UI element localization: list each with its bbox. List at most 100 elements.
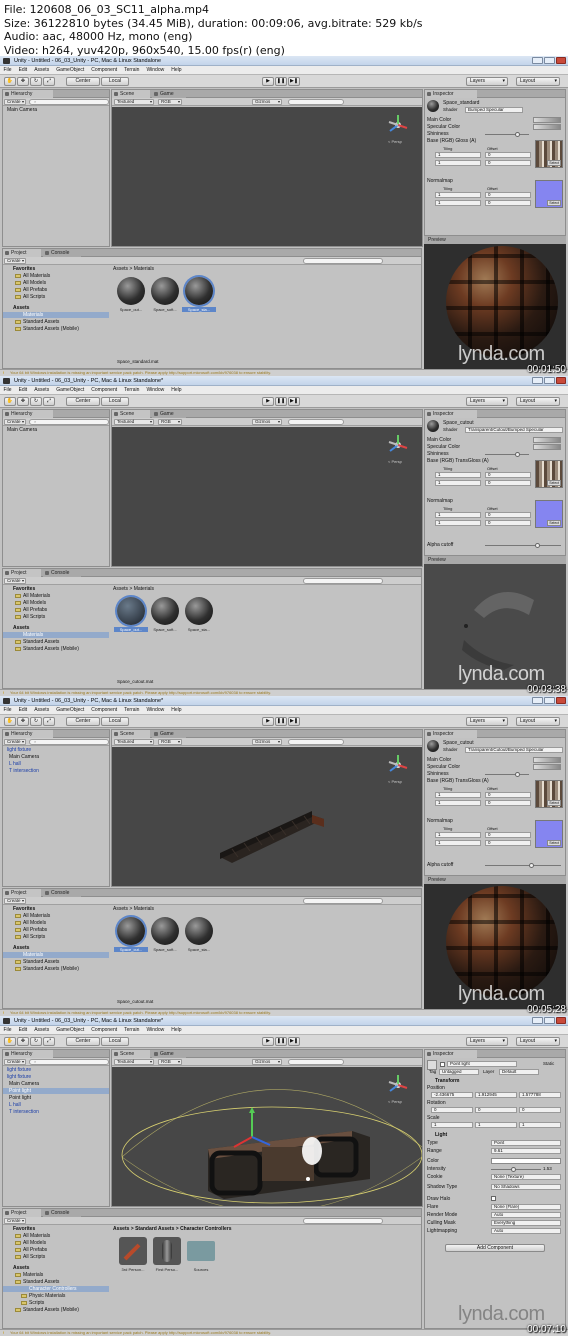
close-button[interactable] <box>556 697 566 704</box>
pause-button[interactable]: ❚❚ <box>275 717 287 726</box>
light-intensity-slider[interactable] <box>491 1167 541 1172</box>
normalmap-texture-slot[interactable]: Select <box>535 820 563 848</box>
scene-search-input[interactable] <box>288 739 344 745</box>
alpha-cutoff-slider[interactable] <box>485 863 561 868</box>
project-search-input[interactable] <box>303 578 383 584</box>
menu-help[interactable]: Help <box>168 66 185 75</box>
hand-tool-button[interactable]: ✋ <box>4 717 16 726</box>
menu-file[interactable]: File <box>0 1026 15 1035</box>
play-button[interactable]: ▶ <box>262 1037 274 1046</box>
menu-edit[interactable]: Edit <box>15 706 31 715</box>
menu-gameobject[interactable]: GameObject <box>53 706 88 715</box>
tree-standard-assets[interactable]: Standard Assets <box>23 959 59 965</box>
tab-game[interactable]: Game <box>152 90 186 98</box>
menu-window[interactable]: Window <box>143 706 168 715</box>
scene-rgb-dropdown[interactable]: RGB <box>158 739 182 745</box>
tree-all-prefabs[interactable]: All Prefabs <box>23 287 47 293</box>
step-button[interactable]: ▶❚ <box>288 77 300 86</box>
menu-help[interactable]: Help <box>168 706 185 715</box>
hierarchy-item-t-intersection[interactable]: T intersection <box>9 768 39 774</box>
base-texture-slot[interactable]: Select <box>535 140 563 168</box>
maximize-button[interactable] <box>544 697 555 704</box>
base-tiling-x[interactable]: 1 <box>435 792 481 798</box>
layer-dropdown[interactable]: Default <box>499 1069 539 1075</box>
scene-rgb-dropdown[interactable]: RGB <box>158 419 182 425</box>
tree-assets[interactable]: Assets <box>13 945 29 951</box>
tree-all-prefabs[interactable]: All Prefabs <box>23 607 47 613</box>
layers-dropdown[interactable]: Layers <box>466 77 508 86</box>
tree-standard-assets-mobile[interactable]: Standard Assets (Mobile) <box>23 1307 79 1313</box>
menu-edit[interactable]: Edit <box>15 386 31 395</box>
tree-materials[interactable]: Materials <box>3 952 109 958</box>
normal-tiling-x[interactable]: 1 <box>435 512 481 518</box>
minimize-button[interactable] <box>532 377 543 384</box>
normalmap-texture-slot[interactable]: Select <box>535 180 563 208</box>
tree-scripts[interactable]: Scripts <box>29 1300 44 1306</box>
menu-terrain[interactable]: Terrain <box>121 1026 143 1035</box>
main-color-swatch[interactable] <box>533 757 561 763</box>
menu-terrain[interactable]: Terrain <box>121 386 143 395</box>
tree-all-prefabs[interactable]: All Prefabs <box>23 1247 47 1253</box>
scene-point-light-gizmo[interactable] <box>112 1067 422 1207</box>
normal-tiling-y[interactable]: 1 <box>435 840 481 846</box>
menu-assets[interactable]: Assets <box>31 66 53 75</box>
scene-gizmos-dropdown[interactable]: Gizmos <box>252 419 282 425</box>
scale-tool-button[interactable]: ⤢ <box>43 1037 55 1046</box>
tree-all-scripts[interactable]: All Scripts <box>23 294 45 300</box>
status-bar-warning[interactable]: Your 64 bit Windows installation is miss… <box>0 1009 568 1016</box>
scene-gizmos-dropdown[interactable]: Gizmos <box>252 1059 282 1065</box>
layers-dropdown[interactable]: Layers <box>466 397 508 406</box>
status-bar-warning[interactable]: Your 64 bit Windows installation is miss… <box>0 689 568 696</box>
hierarchy-create-dropdown[interactable]: Create <box>4 419 26 425</box>
pause-button[interactable]: ❚❚ <box>275 1037 287 1046</box>
tree-all-prefabs[interactable]: All Prefabs <box>23 927 47 933</box>
scene-search-input[interactable] <box>288 419 344 425</box>
light-range-field[interactable]: 9.61 <box>491 1148 561 1154</box>
base-offset-x[interactable]: 0 <box>485 792 531 798</box>
specular-color-swatch[interactable] <box>533 444 561 450</box>
scene-orientation-gizmo[interactable] <box>386 113 410 137</box>
pivot-center-toggle[interactable]: Center <box>66 717 100 726</box>
hierarchy-item-light-fixture[interactable]: light fixture <box>7 747 31 753</box>
tab-inspector[interactable]: Inspector <box>425 1050 477 1058</box>
menu-component[interactable]: Component <box>88 386 121 395</box>
project-create-dropdown[interactable]: Create <box>4 898 26 904</box>
pivot-local-toggle[interactable]: Local <box>101 397 129 406</box>
layout-dropdown[interactable]: Layout <box>516 1037 560 1046</box>
step-button[interactable]: ▶❚ <box>288 397 300 406</box>
tab-hierarchy[interactable]: Hierarchy <box>3 730 53 738</box>
base-texture-slot[interactable]: Select <box>535 780 563 808</box>
rotation-y-field[interactable]: 0 <box>475 1107 517 1113</box>
base-tiling-y[interactable]: 1 <box>435 480 481 486</box>
base-offset-x[interactable]: 0 <box>485 152 531 158</box>
shader-dropdown[interactable]: Transparent/Cutout/Bumped Specular <box>465 747 563 753</box>
base-texture-slot[interactable]: Select <box>535 460 563 488</box>
base-offset-y[interactable]: 0 <box>485 800 531 806</box>
tree-character-controllers[interactable]: Character Controllers <box>3 1286 109 1292</box>
tree-all-materials[interactable]: All Materials <box>23 593 50 599</box>
tree-standard-assets-mobile[interactable]: Standard Assets (Mobile) <box>23 966 79 972</box>
tree-physic-materials[interactable]: Physic Materials <box>29 1293 65 1299</box>
normal-offset-y[interactable]: 0 <box>485 840 531 846</box>
lightmapping-dropdown[interactable]: Auto <box>491 1228 561 1234</box>
tree-materials[interactable]: Materials <box>3 632 109 638</box>
tab-inspector[interactable]: Inspector <box>425 90 477 98</box>
rotate-tool-button[interactable]: ↻ <box>30 397 42 406</box>
scene-viewport[interactable]: < Persp <box>112 427 422 566</box>
tab-scene[interactable]: Scene <box>112 730 150 738</box>
base-offset-x[interactable]: 0 <box>485 472 531 478</box>
menu-assets[interactable]: Assets <box>31 706 53 715</box>
hierarchy-item-point-light-selected[interactable]: Point light <box>3 1088 109 1094</box>
menu-file[interactable]: File <box>0 386 15 395</box>
shininess-slider[interactable] <box>485 132 529 137</box>
main-color-swatch[interactable] <box>533 437 561 443</box>
base-tiling-x[interactable]: 1 <box>435 152 481 158</box>
normal-offset-y[interactable]: 0 <box>485 520 531 526</box>
scale-z-field[interactable]: 1 <box>519 1122 561 1128</box>
scene-viewport[interactable]: < Persp <box>112 747 422 886</box>
scene-search-input[interactable] <box>288 1059 344 1065</box>
material-thumb-selected[interactable] <box>117 597 145 625</box>
tab-scene[interactable]: Scene <box>112 1050 150 1058</box>
shininess-slider[interactable] <box>485 772 529 777</box>
scene-orientation-gizmo[interactable] <box>386 1073 410 1097</box>
